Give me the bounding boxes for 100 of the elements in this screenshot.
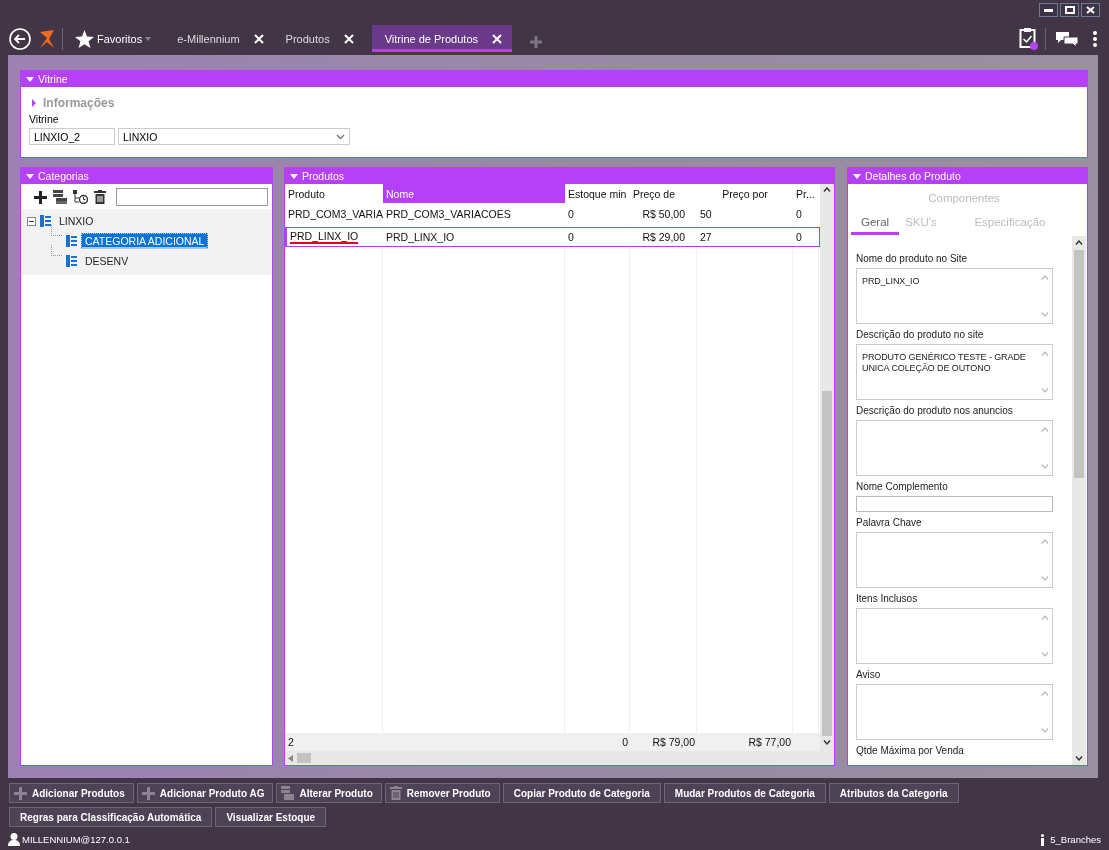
total-cell: R$ 77,00 [748,736,791,748]
scroll-up-icon[interactable] [823,187,831,192]
minimize-icon [1044,8,1053,12]
action-button[interactable]: Adicionar Produtos [9,783,134,803]
field-label: Descrição do produto nos anuncios [856,404,1014,418]
table-cell: R$ 29,00 [642,231,685,243]
plus-icon [141,786,155,800]
scroll-thumb[interactable] [1074,250,1084,478]
column-header[interactable]: Pr... [793,184,819,203]
search-field[interactable] [116,188,268,206]
tree-item[interactable]: LINXIO [55,213,98,229]
input-field[interactable]: LINXIO_2 [29,128,115,145]
close-icon[interactable] [343,33,354,44]
panel-title: Detalhes do Produto [865,170,961,182]
table-cell: R$ 50,00 [642,208,685,220]
scroll-thumb[interactable] [297,753,311,763]
back-icon[interactable] [9,27,31,50]
field-label: Aviso [856,668,882,682]
action-button[interactable]: Adicionar Produto AG [136,783,274,803]
table-cell: 0 [568,208,574,220]
tree-icon [66,255,77,267]
tree-item[interactable]: DESENV [81,253,133,269]
panel-title: Vitrine [38,73,68,85]
action-button[interactable]: Alterar Produto [276,783,382,803]
close-icon [1086,6,1095,14]
tree-icon [66,235,77,247]
table-cell: 0 [568,231,574,243]
chat-icon[interactable] [1056,30,1078,47]
tree-item[interactable]: CATEGORIA ADICIONAL [81,233,209,249]
field-label: Nome do produto no Site [856,252,969,266]
total-cell: R$ 79,00 [652,736,695,748]
action-button[interactable]: Visualizar Estoque [215,807,327,827]
field-label: Palavra Chave [856,516,923,530]
list-icon [281,786,295,800]
close-button[interactable] [1081,3,1100,17]
clipboard-icon[interactable] [1019,27,1039,50]
chevron-down-icon [336,133,345,140]
table-cell: 27 [700,231,712,243]
user-label: MILLENNIUM@127.0.0.1 [22,834,130,845]
scroll-down-icon[interactable] [1075,756,1083,761]
table-cell: 0 [796,208,802,220]
total-cell: 2 [288,736,294,748]
column-header[interactable]: Produto [285,184,383,203]
logo-icon [38,28,56,49]
plus-icon [14,786,27,800]
collapse-icon[interactable] [27,216,36,226]
stack-icon[interactable] [53,190,67,204]
tab[interactable]: e-Millennium [173,25,274,52]
dropdown-icon[interactable] [145,36,152,41]
scroll-thumb[interactable] [822,391,832,736]
field-label: Itens Inclusos [856,592,919,606]
field-label: Qtde Máxima por Venda [856,744,965,758]
selected-row[interactable]: PRD_LINX_IO PRD_LINX_IO 0 R$ 29,00 27 0 [285,227,820,247]
action-button[interactable]: Regras para Classificação Automática [9,807,213,827]
field-label: Vitrine [29,113,60,125]
branch-label: 5_Branches [1050,834,1101,845]
dropdown-field[interactable]: LINXIO [118,128,350,145]
tree-clock-icon[interactable] [73,190,88,204]
info-icon [1040,833,1046,846]
more-icon[interactable] [1093,30,1097,47]
action-button[interactable]: Mudar Produtos de Categoria [663,783,826,803]
expand-icon[interactable] [32,99,36,107]
favorites-menu[interactable]: Favoritos [97,32,143,45]
caret-icon [26,173,34,179]
scroll-down-icon[interactable] [823,740,831,745]
table-cell: PRD_LINX_IO [386,231,455,243]
tab[interactable]: Geral [851,214,900,235]
action-button[interactable]: Atributos da Categoria [828,783,959,803]
panel-title: Categorias [38,170,89,182]
scroll-up-icon[interactable] [1075,240,1083,245]
table-cell: PRD_COM3_VARIA [288,208,383,220]
star-icon[interactable] [75,29,94,48]
table-cell: PRD_LINX_IO [290,230,359,244]
trash-icon[interactable] [94,190,106,204]
maximize-icon [1064,6,1075,14]
total-cell: 0 [622,736,628,748]
section-title: Informações [43,96,115,110]
tab[interactable]: Produtos [281,25,364,52]
field-label: Descrição do produto no site [856,328,985,342]
input-field[interactable] [856,496,1053,512]
column-header[interactable]: Nome [383,184,565,203]
close-icon[interactable] [492,33,502,44]
minimize-button[interactable] [1039,3,1058,17]
column-header[interactable]: Preço por [697,184,793,203]
table-cell: 0 [796,231,802,243]
table-cell: PRD_COM3_VARIACOES [386,208,511,220]
caret-icon [853,173,861,179]
maximize-button[interactable] [1060,3,1079,17]
tab[interactable]: Vitrine de Produtos [371,25,512,52]
action-button[interactable]: Copiar Produto de Categoria [502,783,661,803]
add-icon[interactable] [34,190,47,204]
field-label: Nome Complemento [856,480,949,494]
plus-icon[interactable] [530,35,542,48]
tree-icon [40,215,51,227]
column-header[interactable]: Preço de [630,184,697,203]
caret-icon [290,173,298,179]
action-button[interactable]: Remover Produto [384,783,500,803]
column-header[interactable]: Estoque min [565,184,630,203]
close-icon[interactable] [253,33,264,44]
scroll-left-icon[interactable] [288,754,293,762]
